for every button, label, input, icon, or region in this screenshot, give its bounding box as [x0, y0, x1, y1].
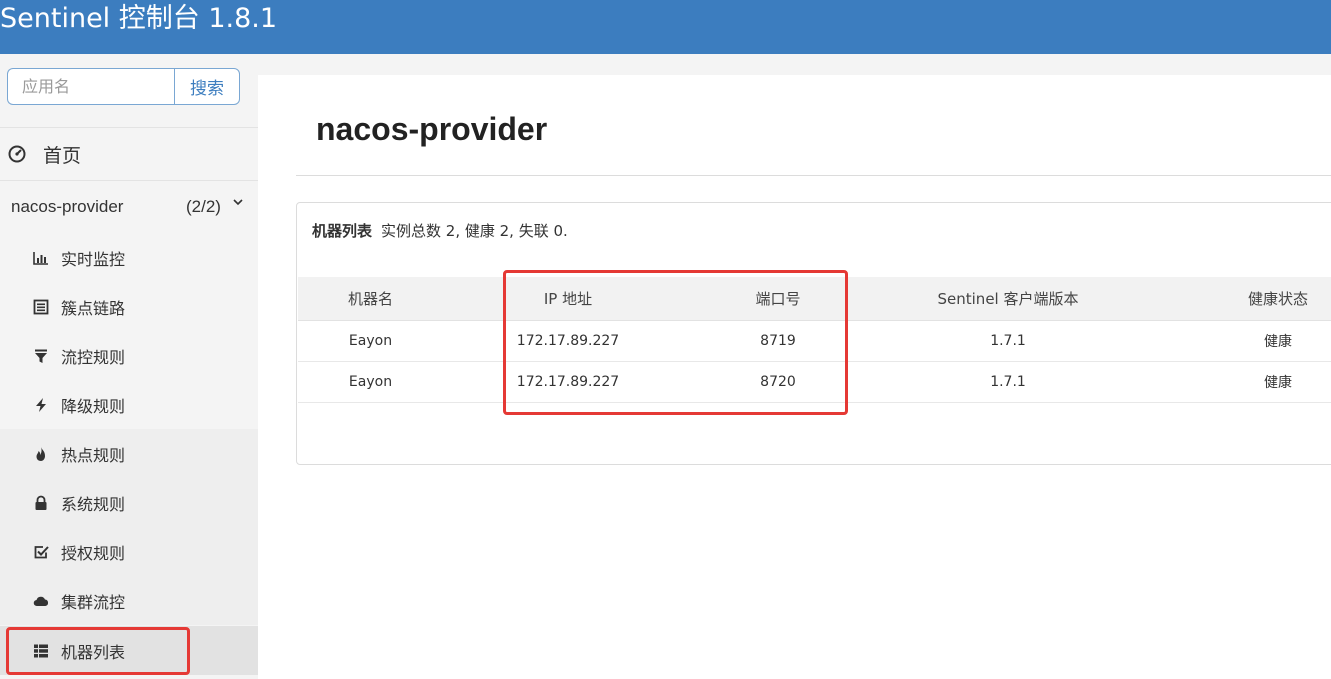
search-button[interactable]: 搜索	[174, 68, 240, 105]
dashboard-icon	[8, 145, 26, 163]
sidebar-item-degrade-rules[interactable]: 降级规则	[0, 380, 258, 429]
sidebar-item-label: 流控规则	[61, 347, 126, 367]
cell-port: 8719	[760, 333, 796, 349]
nav-home-label: 首页	[43, 145, 82, 167]
fire-icon	[36, 446, 45, 461]
check-icon	[34, 545, 49, 558]
app-title[interactable]: Sentinel 控制台 1.8.1	[0, 2, 277, 36]
machine-list-panel: 机器列表 实例总数 2, 健康 2, 失联 0. 机器名 IP 地址 端口号 Se…	[296, 202, 1331, 465]
filter-icon	[35, 349, 47, 363]
app-search-input[interactable]	[7, 68, 174, 105]
column-header-client-version: Sentinel 客户端版本	[937, 290, 1079, 308]
sidebar-item-authority-rules[interactable]: 授权规则	[0, 527, 258, 576]
column-header-machine-name: 机器名	[347, 290, 393, 308]
sidebar: 搜索 首页 nacos-provider (2/2) 实时监控 簇点链路	[0, 54, 258, 679]
instance-summary: 实例总数 2, 健康 2, 失联 0.	[381, 222, 568, 240]
sidebar-item-realtime-monitor[interactable]: 实时监控	[0, 233, 258, 282]
sidebar-item-system-rules[interactable]: 系统规则	[0, 478, 258, 527]
sidebar-item-flow-rules[interactable]: 流控规则	[0, 331, 258, 380]
sidebar-item-label: 实时监控	[61, 249, 126, 269]
th-list-icon	[34, 644, 48, 657]
panel-heading: 机器列表 实例总数 2, 健康 2, 失联 0.	[312, 220, 568, 241]
app-machine-count: (2/2)	[186, 197, 221, 216]
column-header-port: 端口号	[755, 290, 801, 308]
table-header: 机器名 IP 地址 端口号 Sentinel 客户端版本 健康状态	[298, 277, 1331, 321]
app-name: nacos-provider	[11, 197, 124, 216]
column-header-ip: IP 地址	[543, 290, 593, 308]
cell-machine-name: Eayon	[348, 333, 393, 349]
app-search: 搜索	[7, 68, 240, 105]
column-header-health: 健康状态	[1247, 290, 1308, 308]
table-row: Eayon 172.17.89.227 8720 1.7.1 健康	[298, 362, 1331, 403]
cloud-icon	[33, 596, 49, 606]
sidebar-item-label: 集群流控	[61, 592, 126, 612]
panel-title: 机器列表	[312, 222, 373, 240]
sidebar-item-resource-chain[interactable]: 簇点链路	[0, 282, 258, 331]
sidebar-item-param-flow-rules[interactable]: 热点规则	[0, 429, 258, 478]
sidebar-item-label: 授权规则	[61, 543, 126, 563]
divider	[296, 175, 1331, 176]
chevron-down-icon	[233, 199, 243, 206]
list-alt-icon	[33, 299, 49, 314]
sidebar-item-label: 机器列表	[61, 642, 126, 662]
cell-ip: 172.17.89.227	[516, 374, 620, 390]
cell-port: 8720	[760, 374, 796, 390]
sidebar-item-label: 簇点链路	[61, 298, 126, 318]
sidebar-item-label: 系统规则	[61, 494, 126, 514]
cell-health: 健康	[1264, 334, 1292, 350]
flash-icon	[36, 397, 46, 412]
table-row: Eayon 172.17.89.227 8719 1.7.1 健康	[298, 321, 1331, 362]
main-content: nacos-provider 机器列表 实例总数 2, 健康 2, 失联 0. 机…	[258, 75, 1331, 679]
cell-health: 健康	[1264, 375, 1292, 391]
sidebar-item-machine-list[interactable]: 机器列表	[0, 626, 258, 675]
app-menu-nacos-provider[interactable]: nacos-provider (2/2)	[0, 181, 258, 233]
cell-machine-name: Eayon	[348, 374, 393, 390]
page-title: nacos-provider	[316, 111, 548, 147]
cell-client-version: 1.7.1	[990, 333, 1026, 349]
cell-ip: 172.17.89.227	[516, 333, 620, 349]
cell-client-version: 1.7.1	[990, 374, 1026, 390]
sidebar-item-label: 热点规则	[61, 445, 126, 465]
sidebar-item-cluster-flow[interactable]: 集群流控	[0, 576, 258, 625]
bar-chart-icon	[33, 251, 48, 265]
lock-icon	[35, 495, 47, 510]
nav-home[interactable]: 首页	[0, 128, 258, 180]
sidebar-item-label: 降级规则	[61, 396, 126, 416]
top-navbar: Sentinel 控制台 1.8.1	[0, 0, 1331, 54]
